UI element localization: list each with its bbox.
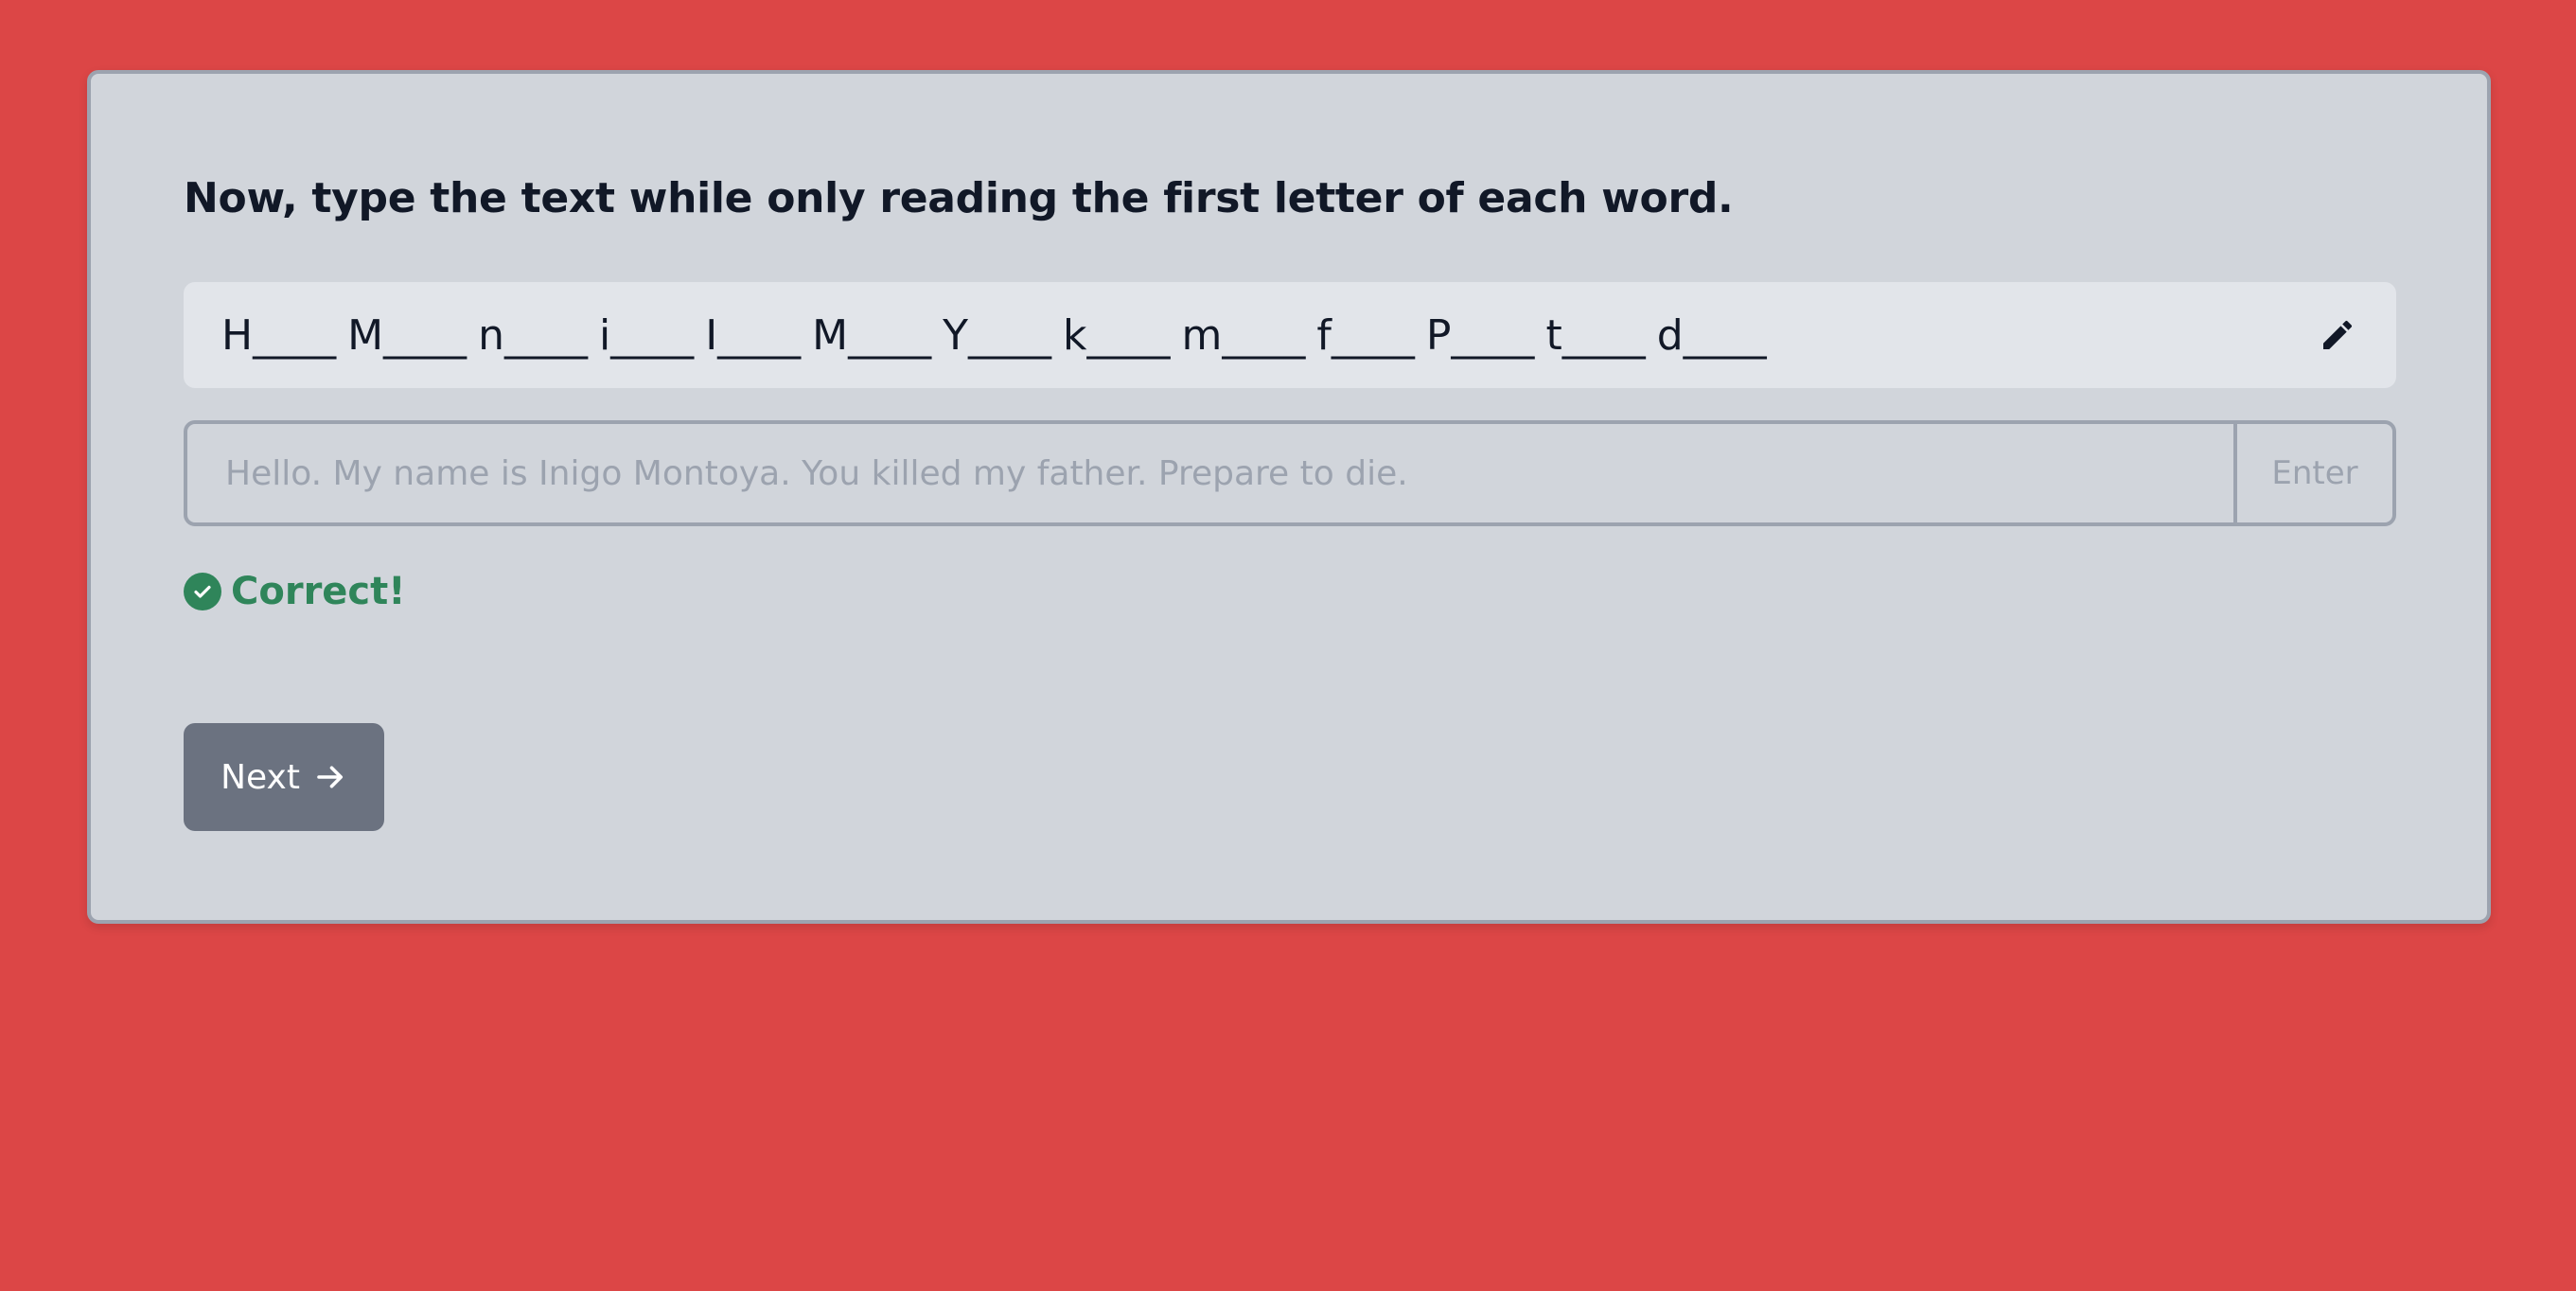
hint-word: t____ — [1545, 310, 1646, 360]
hint-word: P____ — [1425, 310, 1535, 360]
instruction-heading: Now, type the text while only reading th… — [184, 174, 1734, 222]
hint-word: f____ — [1316, 310, 1415, 360]
hint-word: I____ — [705, 310, 802, 360]
hint-word: Y____ — [943, 310, 1052, 360]
next-button-label: Next — [221, 757, 300, 797]
hint-word: i____ — [598, 310, 695, 360]
enter-button[interactable]: Enter — [2233, 424, 2392, 522]
answer-input-group: Enter — [184, 420, 2396, 526]
edit-button[interactable] — [2317, 314, 2358, 356]
check-circle-icon — [184, 573, 221, 610]
first-letter-hint: H____ M____ n____ i____ I____ M____ Y___… — [184, 282, 2396, 388]
feedback-status: Correct! — [184, 568, 406, 615]
feedback-text: Correct! — [231, 570, 406, 613]
next-button[interactable]: Next — [184, 723, 384, 831]
hint-word: m____ — [1181, 310, 1306, 360]
hint-word: M____ — [347, 310, 468, 360]
hint-word: k____ — [1063, 310, 1171, 360]
arrow-right-icon — [317, 766, 343, 788]
hint-word: H____ — [221, 310, 337, 360]
pencil-icon — [2323, 320, 2353, 349]
hint-word-list: H____ M____ n____ i____ I____ M____ Y___… — [221, 282, 1773, 388]
hint-word: d____ — [1656, 310, 1767, 360]
hint-word: M____ — [812, 310, 932, 360]
hint-word: n____ — [478, 310, 588, 360]
exercise-card: Now, type the text while only reading th… — [87, 70, 2491, 924]
answer-input[interactable] — [187, 424, 2233, 522]
